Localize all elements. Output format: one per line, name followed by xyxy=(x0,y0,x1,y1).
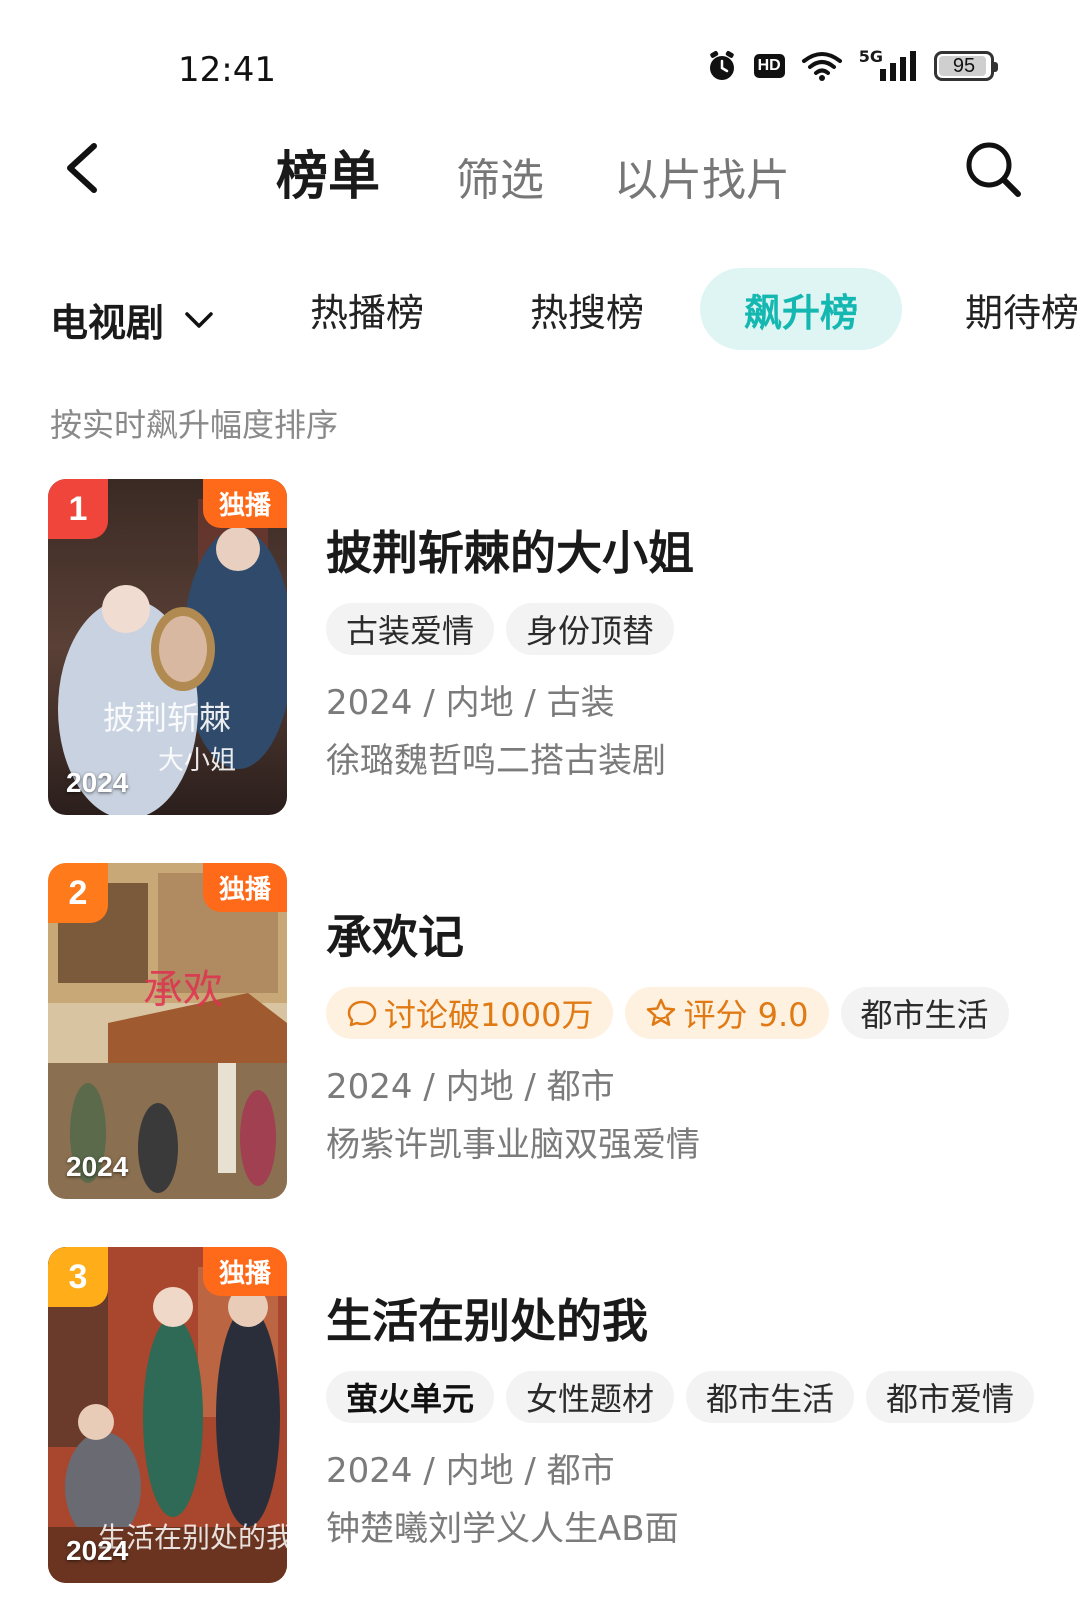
rank-badge: 2 xyxy=(48,863,108,923)
sort-description: 按实时飙升幅度排序 xyxy=(50,406,339,444)
poster-year: 2024 xyxy=(66,767,129,798)
brand-tag[interactable]: 萤火单元 xyxy=(326,1371,495,1423)
svg-text:大小姐: 大小姐 xyxy=(158,746,236,776)
status-time: 12:41 xyxy=(178,50,276,90)
poster-year: 2024 xyxy=(66,1151,129,1182)
battery-level: 95 xyxy=(952,54,976,77)
tab-ranking[interactable]: 榜单 xyxy=(276,134,380,209)
battery-icon: 95 xyxy=(934,51,998,81)
rank-badge: 3 xyxy=(48,1247,108,1307)
poster-image[interactable]: 承欢 2 独播 2024 xyxy=(48,863,287,1199)
svg-text:披荆斩棘: 披荆斩棘 xyxy=(103,699,231,737)
category-selected: 电视剧 xyxy=(50,301,165,345)
exclusive-badge: 独播 xyxy=(202,863,287,912)
tag[interactable]: 都市生活 xyxy=(686,1371,855,1423)
status-icons: HD 5G 95 xyxy=(706,49,998,82)
tab-hot-play[interactable]: 热播榜 xyxy=(266,268,468,350)
category-dropdown[interactable]: 电视剧 xyxy=(50,292,214,347)
tag[interactable]: 都市爱情 xyxy=(866,1371,1035,1423)
signal-icon: 5G xyxy=(859,49,918,81)
chevron-down-icon xyxy=(185,311,213,328)
star-icon xyxy=(647,998,676,1026)
tag[interactable]: 身份顶替 xyxy=(506,603,675,655)
discussion-text: 讨论破1000万 xyxy=(384,996,594,1034)
hd-icon: HD xyxy=(753,54,785,78)
alarm-icon xyxy=(709,51,734,80)
exclusive-badge: 独播 xyxy=(202,479,287,528)
poster-image[interactable]: 披荆斩棘 大小姐 1 独播 2024 xyxy=(48,479,287,815)
item-meta: 2024 / 内地 / 都市 xyxy=(326,1067,615,1107)
list-item[interactable]: 承欢 2 独播 2024 承欢记 讨论破1000万 评分 9.0 都市生活 20… xyxy=(48,863,1048,1199)
tab-anticipated[interactable]: 期待榜 xyxy=(921,268,1080,350)
tab-filter[interactable]: 筛选 xyxy=(456,144,544,208)
rank-badge: 1 xyxy=(48,479,108,539)
tag[interactable]: 古装爱情 xyxy=(326,603,495,655)
list-item[interactable]: 披荆斩棘 大小姐 1 独播 2024 披荆斩棘的大小姐 古装爱情 身份顶替 20… xyxy=(48,479,1048,815)
poster-image[interactable]: 生活在别处的我 3 独播 2024 xyxy=(48,1247,287,1583)
list-item[interactable]: 生活在别处的我 3 独播 2024 生活在别处的我 萤火单元 女性题材 都市生活… xyxy=(48,1247,1048,1583)
rating-text: 评分 9.0 xyxy=(683,996,809,1034)
wifi-icon xyxy=(801,52,842,81)
tab-hot-search[interactable]: 热搜榜 xyxy=(486,268,688,350)
exclusive-badge: 独播 xyxy=(202,1247,287,1296)
tag-list: 古装爱情 身份顶替 xyxy=(326,603,675,655)
tag[interactable]: 女性题材 xyxy=(506,1371,675,1423)
item-description: 杨紫许凯事业脑双强爱情 xyxy=(326,1125,700,1165)
item-description: 钟楚曦刘学义人生AB面 xyxy=(326,1509,679,1549)
poster-year: 2024 xyxy=(66,1535,129,1566)
item-meta: 2024 / 内地 / 都市 xyxy=(326,1451,615,1491)
comment-icon xyxy=(347,1000,377,1027)
back-icon[interactable] xyxy=(60,140,106,196)
item-title[interactable]: 生活在别处的我 xyxy=(326,1285,648,1351)
item-meta: 2024 / 内地 / 古装 xyxy=(326,683,615,723)
tag-list: 萤火单元 女性题材 都市生活 都市爱情 xyxy=(326,1371,1035,1423)
item-description: 徐璐魏哲鸣二搭古装剧 xyxy=(326,741,666,781)
search-icon[interactable] xyxy=(964,140,1024,200)
tab-find-by-clip[interactable]: 以片找片 xyxy=(614,144,790,208)
item-title[interactable]: 披荆斩棘的大小姐 xyxy=(326,517,694,583)
discussion-tag[interactable]: 讨论破1000万 xyxy=(326,987,614,1039)
svg-text:承欢: 承欢 xyxy=(143,967,223,1013)
tag[interactable]: 都市生活 xyxy=(840,987,1009,1039)
rating-tag[interactable]: 评分 9.0 xyxy=(625,987,829,1039)
item-title[interactable]: 承欢记 xyxy=(326,901,464,967)
tab-rising[interactable]: 飙升榜 xyxy=(700,268,903,350)
tag-list: 讨论破1000万 评分 9.0 都市生活 xyxy=(326,987,1009,1039)
